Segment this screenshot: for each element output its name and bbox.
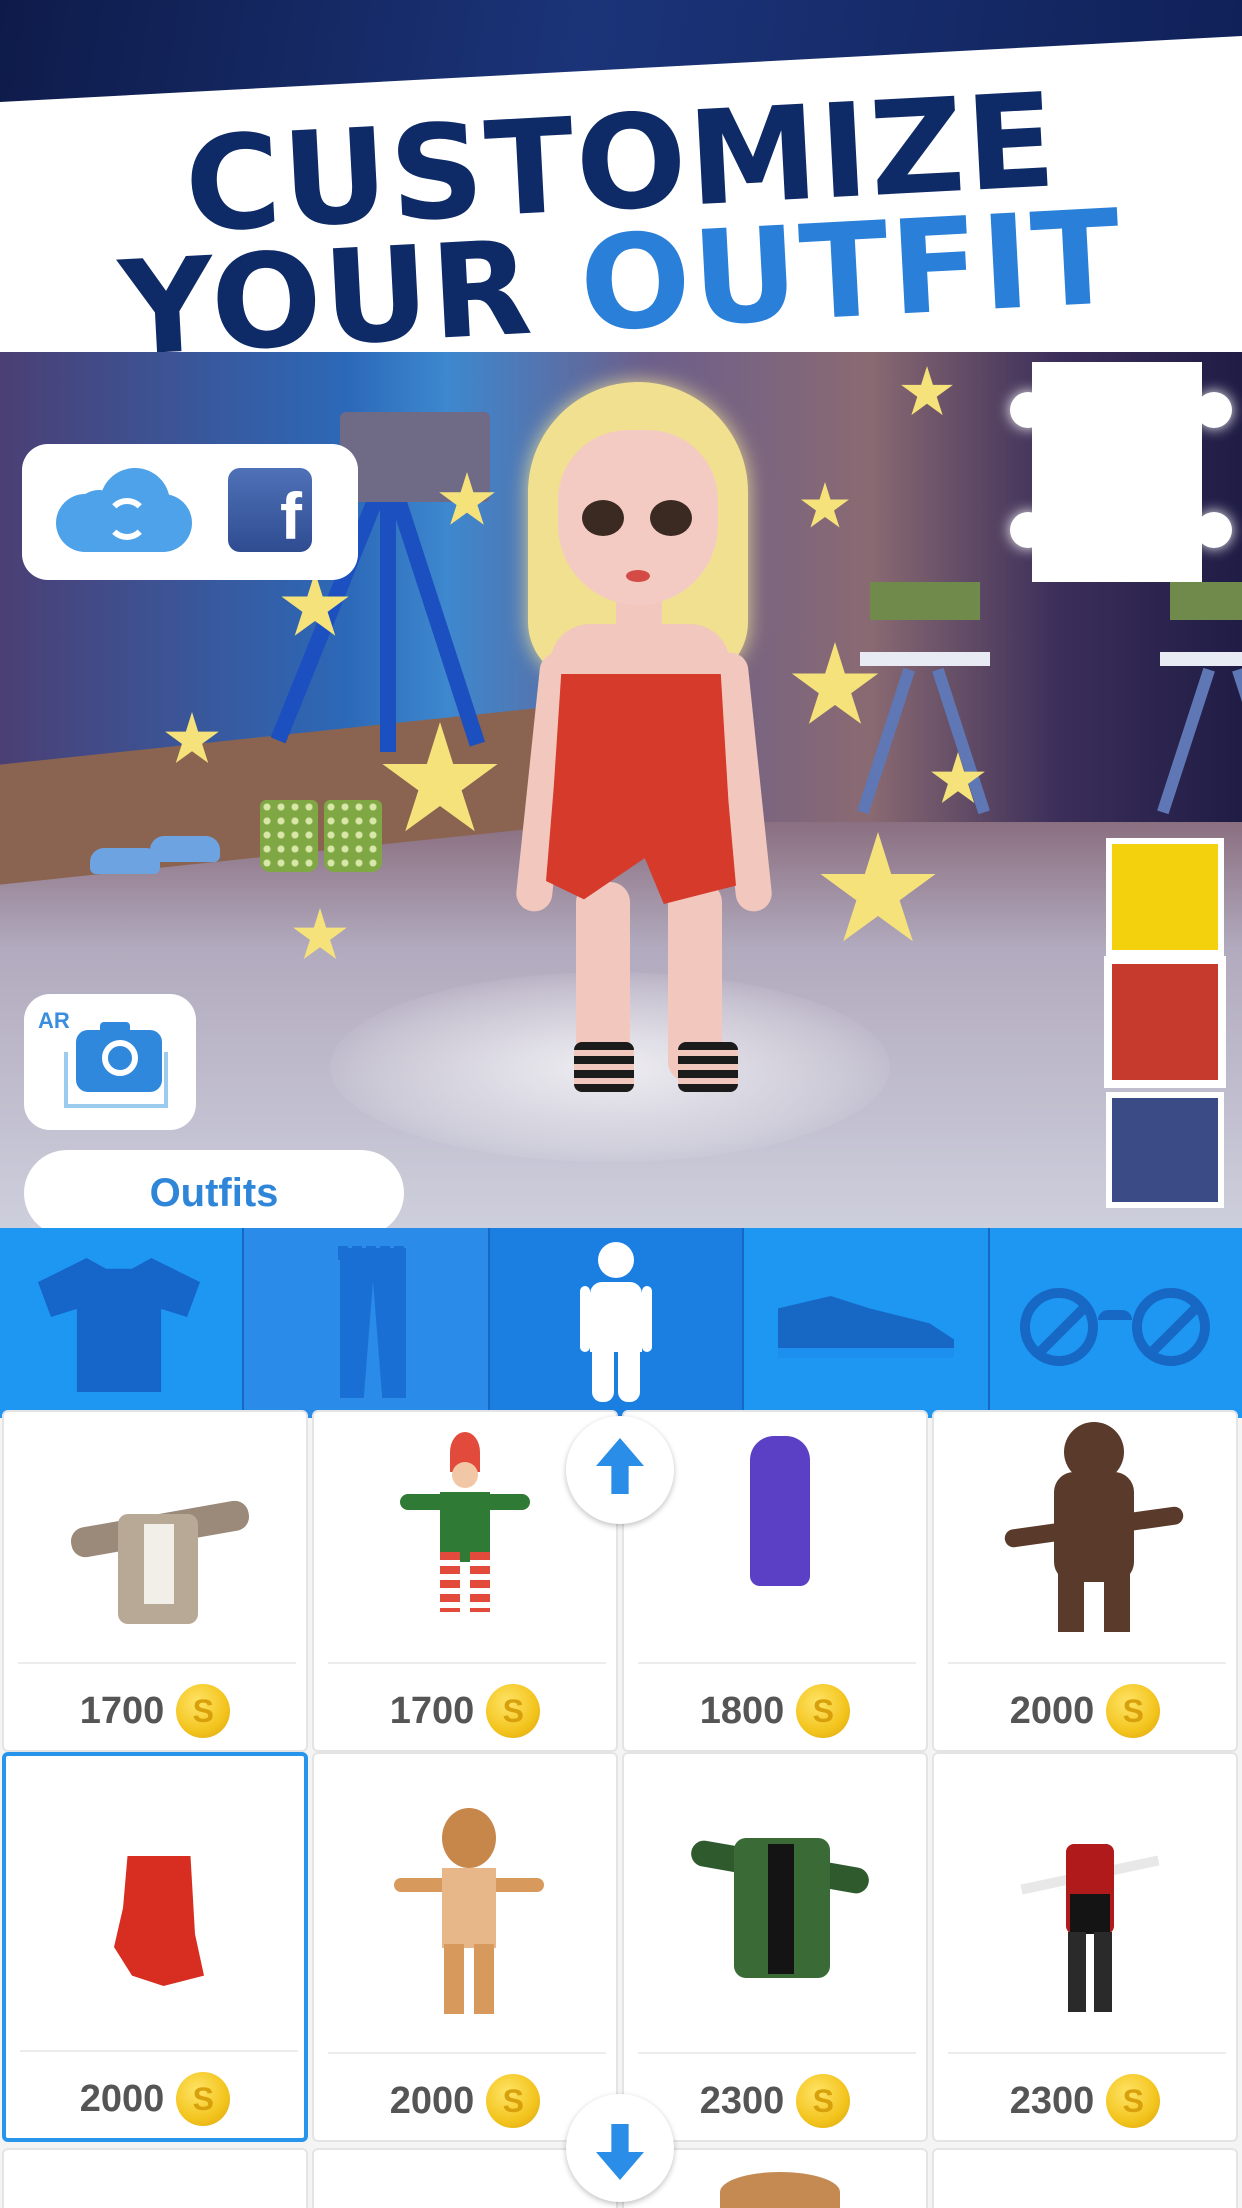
item-card[interactable]: 1700 S <box>2 1410 308 1752</box>
price-value: 1700 <box>389 1689 475 1732</box>
price-value: 2000 <box>79 2077 165 2120</box>
avatar-sandal <box>574 1042 634 1092</box>
scroll-down-button[interactable] <box>566 2094 674 2202</box>
mirror-bulb <box>1010 512 1046 548</box>
headline-outfit: OUTFIT <box>576 180 1127 362</box>
item-price: 1700 S <box>4 1684 306 1738</box>
tab-shoes[interactable] <box>744 1228 988 1418</box>
facebook-button[interactable]: f <box>228 468 312 553</box>
item-price: 2300 S <box>934 2074 1236 2128</box>
green-coat-item <box>689 1834 871 1984</box>
item-card[interactable] <box>2 2148 308 2208</box>
coin-icon: S <box>796 1684 851 1738</box>
color-swatch-navy[interactable] <box>1106 1092 1224 1208</box>
share-panel: f <box>22 444 358 580</box>
tab-divider <box>242 1228 244 1418</box>
price-value: 2000 <box>1009 1689 1095 1732</box>
item-price: 1800 S <box>624 1684 926 1738</box>
red-dress-item <box>114 1856 204 1986</box>
mirror-bulb <box>1196 512 1232 548</box>
item-price: 2300 S <box>624 2074 926 2128</box>
item-card[interactable]: 2000 S <box>312 1752 618 2142</box>
mirror-bulb <box>1196 392 1232 428</box>
camera-lens-icon <box>102 1040 138 1076</box>
scroll-up-button[interactable] <box>566 1416 674 1524</box>
cloud-sync-button[interactable] <box>56 468 192 556</box>
avatar-red-dress <box>546 674 736 904</box>
avatar-eye <box>582 500 624 536</box>
item-thumbnail <box>720 2172 840 2208</box>
tshirt-icon <box>38 1258 200 1392</box>
sneaker-prop <box>150 836 220 862</box>
tab-outfits[interactable] <box>490 1228 742 1418</box>
avatar-sandal <box>678 1042 738 1092</box>
coin-icon: S <box>176 1684 231 1738</box>
coin-icon: S <box>1106 2074 1161 2128</box>
coin-icon: S <box>486 2074 541 2128</box>
avatar-mouth <box>626 570 650 582</box>
color-swatch-yellow[interactable] <box>1106 838 1224 956</box>
avatar-eye <box>650 500 692 536</box>
rain-boot <box>324 800 382 872</box>
rain-boot <box>260 800 318 872</box>
avatar-face <box>558 430 718 605</box>
cardigan-item <box>68 1474 252 1634</box>
directors-chair <box>1157 582 1242 815</box>
outfits-button[interactable]: Outfits <box>24 1150 404 1236</box>
coin-icon: S <box>176 2072 231 2126</box>
item-card-selected[interactable]: 2000 S <box>2 1752 308 2142</box>
card-separator <box>328 2052 606 2054</box>
tab-tops[interactable] <box>0 1228 242 1418</box>
pants-icon <box>340 1248 406 1398</box>
item-card[interactable]: 2300 S <box>622 1752 928 2142</box>
sneaker-sole <box>778 1348 954 1358</box>
arrow-up-icon <box>596 1438 644 1494</box>
coin-icon: S <box>486 1684 541 1738</box>
item-card[interactable]: 2300 S <box>932 1752 1238 2142</box>
card-separator <box>328 1662 606 1664</box>
ar-label: AR <box>38 1008 70 1033</box>
card-separator <box>948 2052 1226 2054</box>
item-grid: 1700 S 1700 S 1800 S 2000 S 2000 S 2000 … <box>0 1410 1242 2208</box>
sync-arrows-icon <box>106 498 148 540</box>
coin-icon: S <box>1106 1684 1161 1738</box>
price-value: 1700 <box>79 1689 165 1732</box>
purple-dress-item <box>750 1436 810 1596</box>
card-separator <box>18 1662 296 1664</box>
card-separator <box>948 1662 1226 1664</box>
red-black-outfit-item <box>1020 1844 1160 2024</box>
tab-bottoms[interactable] <box>244 1228 488 1418</box>
tab-divider <box>742 1228 744 1418</box>
card-separator <box>638 2052 916 2054</box>
price-value: 1800 <box>699 1689 785 1732</box>
price-value: 2300 <box>699 2079 785 2122</box>
person-icon <box>580 1242 652 1402</box>
item-price: 2000 S <box>6 2072 304 2126</box>
reindeer-costume-item <box>1003 1422 1185 1652</box>
elf-costume-item <box>400 1432 530 1632</box>
arrow-down-icon <box>596 2124 644 2180</box>
card-separator <box>638 1662 916 1664</box>
tab-divider <box>488 1228 490 1418</box>
dressing-mirror <box>1032 362 1202 582</box>
glasses-icon <box>1020 1278 1210 1368</box>
tab-divider <box>988 1228 990 1418</box>
item-price: 1700 S <box>314 1684 616 1738</box>
price-value: 2000 <box>389 2079 475 2122</box>
item-card[interactable]: 2000 S <box>932 1410 1238 1752</box>
facebook-icon: f <box>280 479 302 553</box>
item-card[interactable] <box>932 2148 1238 2208</box>
mirror-bulb <box>1010 392 1046 428</box>
ar-camera-button[interactable]: AR <box>24 994 196 1130</box>
item-price: 2000 S <box>314 2074 616 2128</box>
coin-icon: S <box>796 2074 851 2128</box>
item-price: 2000 S <box>934 1684 1236 1738</box>
gingerbread-costume-item <box>394 1808 544 2018</box>
category-tab-bar <box>0 1228 1242 1418</box>
player-avatar[interactable] <box>510 352 810 1112</box>
card-separator <box>20 2050 298 2052</box>
color-swatch-red[interactable] <box>1106 958 1224 1086</box>
tab-accessories[interactable] <box>990 1228 1242 1418</box>
price-value: 2300 <box>1009 2079 1095 2122</box>
